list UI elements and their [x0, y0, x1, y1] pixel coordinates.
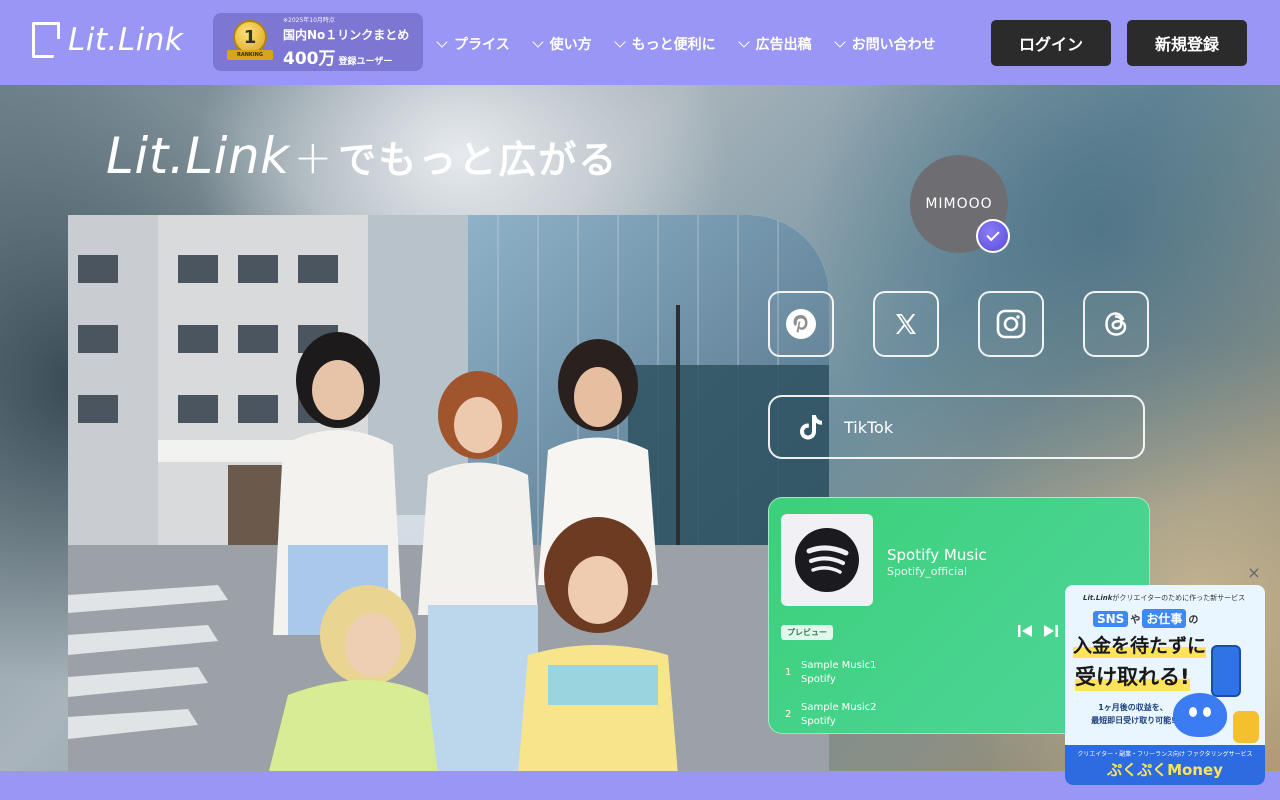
- medal-icon: 1 RANKING: [227, 20, 273, 64]
- ad-sns-chip: SNS: [1093, 610, 1129, 627]
- hero-plus: +: [293, 130, 333, 184]
- logo-mark-icon: [32, 22, 60, 58]
- ranking-badge: 1 RANKING ※2025年10月時点 国内No１リンクまとめ 400万 登録…: [213, 13, 423, 71]
- next-track-icon[interactable]: [1043, 624, 1059, 638]
- tiktok-link[interactable]: TikTok: [768, 395, 1145, 459]
- instagram-icon: [996, 309, 1026, 339]
- ad-headline-1: 入金を待たずに: [1073, 631, 1207, 658]
- track-name: Sample Music1: [801, 660, 877, 671]
- login-button[interactable]: ログイン: [991, 20, 1111, 66]
- chevron-down-icon: [436, 35, 448, 48]
- ad-work-chip: お仕事: [1142, 609, 1187, 628]
- hero-brand: Lit.Link: [106, 127, 290, 185]
- medal-ribbon: RANKING: [227, 50, 273, 60]
- ad-no: の: [1188, 615, 1199, 626]
- nav-item-label: 広告出稿: [755, 37, 812, 53]
- track-number: 1: [785, 667, 792, 678]
- badge-note: ※2025年10月時点: [283, 17, 335, 24]
- track-artist: Spotify: [801, 674, 836, 685]
- ad-footer-brand: ぷくぷくMoney: [1107, 761, 1223, 779]
- coins-icon: [1233, 711, 1259, 743]
- instagram-link[interactable]: [978, 291, 1044, 357]
- signup-button[interactable]: 新規登録: [1127, 20, 1247, 66]
- nav-item-contact[interactable]: お問い合わせ: [833, 34, 936, 54]
- track-row[interactable]: 2 Sample Music2 Spotify: [785, 702, 877, 727]
- chevron-down-icon: [737, 35, 750, 48]
- chevron-down-icon: [833, 35, 846, 48]
- mascot-icon: [1173, 693, 1227, 737]
- nav-item-more-convenient[interactable]: もっと便利に: [613, 34, 716, 54]
- ad-banner[interactable]: Lit.Linkがクリエイターのために作った新サービス SNS や お仕事 の …: [1065, 585, 1265, 785]
- ad-footer-note: クリエイター・副業・フリーランス向け ファクタリングサービス: [1077, 751, 1253, 758]
- track-name: Sample Music2: [801, 702, 877, 713]
- track-row[interactable]: 1 Sample Music1 Spotify: [785, 660, 877, 685]
- ad-ya: や: [1130, 615, 1141, 626]
- verified-badge-icon: [976, 219, 1010, 253]
- badge-title: 国内No１リンクまとめ: [283, 28, 410, 42]
- main-nav: プライス 使い方 もっと便利に 広告出稿 お問い合わせ: [436, 34, 960, 54]
- spotify-cover: [781, 514, 873, 606]
- x-link[interactable]: [873, 291, 939, 357]
- site-logo[interactable]: Lit.Link: [32, 22, 183, 58]
- pinterest-icon: [786, 309, 816, 339]
- spotify-title: Spotify Music: [887, 546, 987, 564]
- nav-item-usage[interactable]: 使い方: [531, 34, 592, 54]
- chevron-down-icon: [531, 35, 544, 48]
- track-number: 2: [785, 709, 792, 720]
- mascot-eye: [1189, 707, 1197, 717]
- nav-item-price[interactable]: プライス: [436, 34, 510, 54]
- ad-headline-2: 受け取れる!: [1075, 661, 1190, 691]
- nav-item-label: 使い方: [549, 37, 592, 53]
- medal-number: 1: [233, 20, 267, 54]
- track-artist: Spotify: [801, 716, 836, 727]
- hero-heading: Lit.Link + でもっと広がる: [106, 127, 618, 185]
- nav-item-label: お問い合わせ: [851, 37, 936, 53]
- ad-close-button[interactable]: ×: [1244, 562, 1264, 582]
- ad-sns-line: SNS や お仕事 の: [1093, 609, 1200, 628]
- nav-item-label: プライス: [454, 37, 510, 53]
- threads-icon: [1105, 312, 1127, 336]
- badge-count-number: 400万: [283, 49, 336, 69]
- hero-photo: [68, 215, 829, 771]
- avatar-text: MIMOOO: [925, 196, 993, 212]
- chevron-down-icon: [613, 35, 626, 48]
- check-icon: [986, 227, 1000, 242]
- ad-footer: クリエイター・副業・フリーランス向け ファクタリングサービス ぷくぷくMoney: [1065, 745, 1265, 785]
- threads-link[interactable]: [1083, 291, 1149, 357]
- nav-item-advertise[interactable]: 広告出稿: [737, 34, 812, 54]
- x-icon: [896, 314, 916, 334]
- ad-top-line: Lit.Linkがクリエイターのために作った新サービス: [1083, 593, 1245, 603]
- tiktok-icon: [800, 415, 822, 440]
- logo-text: Lit.Link: [68, 22, 184, 58]
- mascot-eye: [1203, 707, 1211, 717]
- badge-count-suffix: 登録ユーザー: [338, 57, 393, 67]
- pinterest-link[interactable]: [768, 291, 834, 357]
- ad-top-brand: Lit.Link: [1083, 594, 1113, 602]
- site-header: Lit.Link 1 RANKING ※2025年10月時点 国内No１リンクま…: [0, 0, 1280, 85]
- spotify-subtitle: Spotify_official: [887, 565, 968, 578]
- ad-top-text: がクリエイターのために作った新サービス: [1112, 594, 1246, 602]
- spotify-icon: [795, 528, 859, 592]
- badge-count: 400万 登録ユーザー: [283, 44, 409, 69]
- phone-icon: [1211, 645, 1241, 697]
- preview-badge: プレビュー: [781, 625, 833, 640]
- tiktok-label: TikTok: [844, 417, 894, 437]
- hero-tagline: でもっと広がる: [338, 138, 619, 182]
- nav-item-label: もっと便利に: [631, 37, 716, 53]
- street-scene-image: [68, 215, 829, 771]
- previous-track-icon[interactable]: [1017, 624, 1033, 638]
